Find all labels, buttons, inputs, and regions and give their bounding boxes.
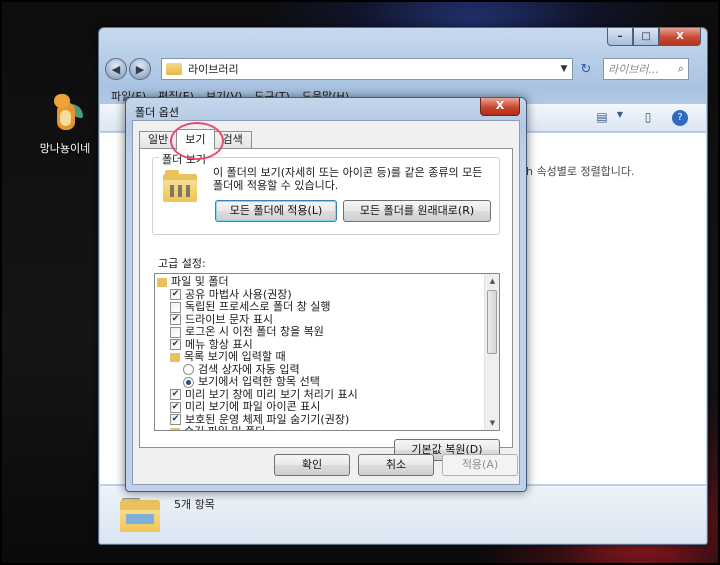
library-folder-icon	[166, 63, 182, 75]
back-icon: ◀	[111, 62, 121, 76]
tab-strip: 일반 보기 검색	[139, 129, 252, 150]
folder-icon	[170, 427, 180, 430]
desktop-shortcut[interactable]: 망나뇽이네	[30, 94, 100, 156]
setting-checkbox[interactable]: ✔	[170, 389, 181, 401]
cancel-button[interactable]: 취소	[358, 454, 434, 476]
advanced-settings-list[interactable]: 파일 및 폴더 ✔ 공유 마법사 사용(권장) 독립된 프로세스로 폴더 창 실행 ✔ 드…	[154, 273, 500, 431]
search-placeholder: 라이브러...	[608, 63, 659, 76]
setting-label: 독립된 프로세스로 폴더 창 실행	[185, 300, 331, 313]
settings-row[interactable]: 로그온 시 이전 폴더 창을 복원	[157, 325, 483, 339]
settings-row[interactable]: 보기에서 입력한 항목 선택	[157, 375, 483, 389]
tab-search[interactable]: 검색	[213, 131, 252, 149]
setting-label: 로그온 시 이전 폴더 창을 복원	[185, 325, 324, 338]
folder-view-icon	[163, 170, 203, 206]
dialog-close-button[interactable]: X	[480, 98, 520, 116]
back-button[interactable]: ◀	[105, 58, 127, 80]
folder-icon	[170, 352, 180, 362]
minimize-button[interactable]: –	[607, 28, 633, 46]
settings-row: 숨김 파일 및 폴더	[157, 425, 483, 430]
close-button[interactable]: X	[659, 28, 701, 46]
maximize-button[interactable]: □	[633, 28, 659, 46]
refresh-button[interactable]: ↻	[575, 58, 597, 80]
help-icon[interactable]: ?	[672, 110, 688, 126]
navigation-bar: ◀ ▶ 라이브러리 ▼ ↻ 라이브러... ⌕	[105, 56, 701, 82]
folder-views-description: 이 폴더의 보기(자세히 또는 아이콘 등)를 같은 종류의 모든 폴더에 적용…	[213, 166, 483, 192]
details-pane: 5개 항목	[100, 485, 706, 543]
setting-label: 보기에서 입력한 항목 선택	[198, 375, 320, 388]
setting-radio[interactable]	[183, 376, 194, 388]
view-options-icon[interactable]: ▤	[594, 110, 610, 126]
search-input[interactable]: 라이브러... ⌕	[603, 58, 689, 80]
setting-checkbox[interactable]: ✔	[170, 414, 181, 426]
tab-view[interactable]: 보기	[176, 129, 215, 150]
arrange-note: h 속성별로 정렬합니다.	[526, 165, 635, 178]
apply-to-folders-button[interactable]: 모든 폴더에 적용(L)	[215, 200, 337, 222]
setting-label: 파일 및 폴더	[171, 275, 229, 288]
setting-checkbox[interactable]	[170, 326, 181, 338]
window-controls: – □ X	[607, 28, 701, 46]
view-options-dropdown-icon[interactable]: ▼	[612, 110, 628, 126]
folder-options-dialog: 폴더 옵션 X 일반 보기 검색 폴더 보기 이 폴더의 보기(자세히 또는 아…	[125, 97, 527, 492]
scroll-up-icon[interactable]: ▲	[485, 274, 499, 288]
forward-icon: ▶	[135, 62, 145, 76]
advanced-settings-label: 고급 설정:	[158, 257, 206, 270]
scroll-down-icon[interactable]: ▼	[485, 416, 499, 430]
settings-row[interactable]: ✔ 미리 보기에 파일 아이콘 표시	[157, 400, 483, 414]
setting-checkbox[interactable]	[170, 301, 181, 313]
refresh-icon: ↻	[580, 61, 592, 77]
settings-row[interactable]: 독립된 프로세스로 폴더 창 실행	[157, 300, 483, 314]
tab-general[interactable]: 일반	[139, 131, 178, 149]
settings-row: 목록 보기에 입력할 때	[157, 350, 483, 364]
setting-label: 미리 보기에 파일 아이콘 표시	[185, 400, 321, 413]
item-count: 5개 항목	[174, 498, 215, 511]
folder-icon	[120, 496, 160, 532]
folder-icon	[157, 277, 167, 287]
forward-button[interactable]: ▶	[129, 58, 151, 80]
apply-button[interactable]: 적용(A)	[442, 454, 518, 476]
setting-radio[interactable]	[183, 364, 194, 376]
search-icon[interactable]: ⌕	[678, 62, 684, 76]
setting-checkbox[interactable]: ✔	[170, 339, 181, 351]
folder-views-title: 폴더 보기	[159, 151, 209, 167]
ok-button[interactable]: 확인	[274, 454, 350, 476]
desktop-shortcut-label: 망나뇽이네	[39, 142, 91, 155]
address-dropdown-icon[interactable]: ▼	[556, 64, 572, 74]
dialog-title: 폴더 옵션	[135, 106, 179, 119]
settings-row: 파일 및 폴더	[157, 275, 483, 289]
setting-label: 목록 보기에 입력할 때	[184, 350, 286, 363]
preview-pane-icon[interactable]: ▯	[640, 110, 656, 126]
settings-tree: 파일 및 폴더 ✔ 공유 마법사 사용(권장) 독립된 프로세스로 폴더 창 실행 ✔ 드…	[157, 275, 483, 430]
dragon-icon	[45, 94, 85, 136]
folder-views-group: 폴더 보기 이 폴더의 보기(자세히 또는 아이콘 등)를 같은 종류의 모든 …	[152, 151, 500, 235]
dialog-body: 일반 보기 검색 폴더 보기 이 폴더의 보기(자세히 또는 아이콘 등)를 같…	[132, 120, 520, 485]
address-text: 라이브러리	[188, 63, 239, 76]
address-bar[interactable]: 라이브러리 ▼	[161, 58, 573, 80]
scrollbar[interactable]: ▲ ▼	[484, 274, 499, 430]
view-tab-panel: 폴더 보기 이 폴더의 보기(자세히 또는 아이콘 등)를 같은 종류의 모든 …	[139, 148, 513, 461]
radio-selected-dot	[186, 379, 191, 385]
setting-label: 숨김 파일 및 폴더	[184, 425, 265, 430]
scroll-thumb[interactable]	[487, 290, 497, 354]
setting-checkbox[interactable]: ✔	[170, 314, 181, 326]
setting-checkbox[interactable]: ✔	[170, 401, 181, 413]
setting-checkbox[interactable]: ✔	[170, 289, 181, 301]
reset-folders-button[interactable]: 모든 폴더를 원래대로(R)	[343, 200, 491, 222]
